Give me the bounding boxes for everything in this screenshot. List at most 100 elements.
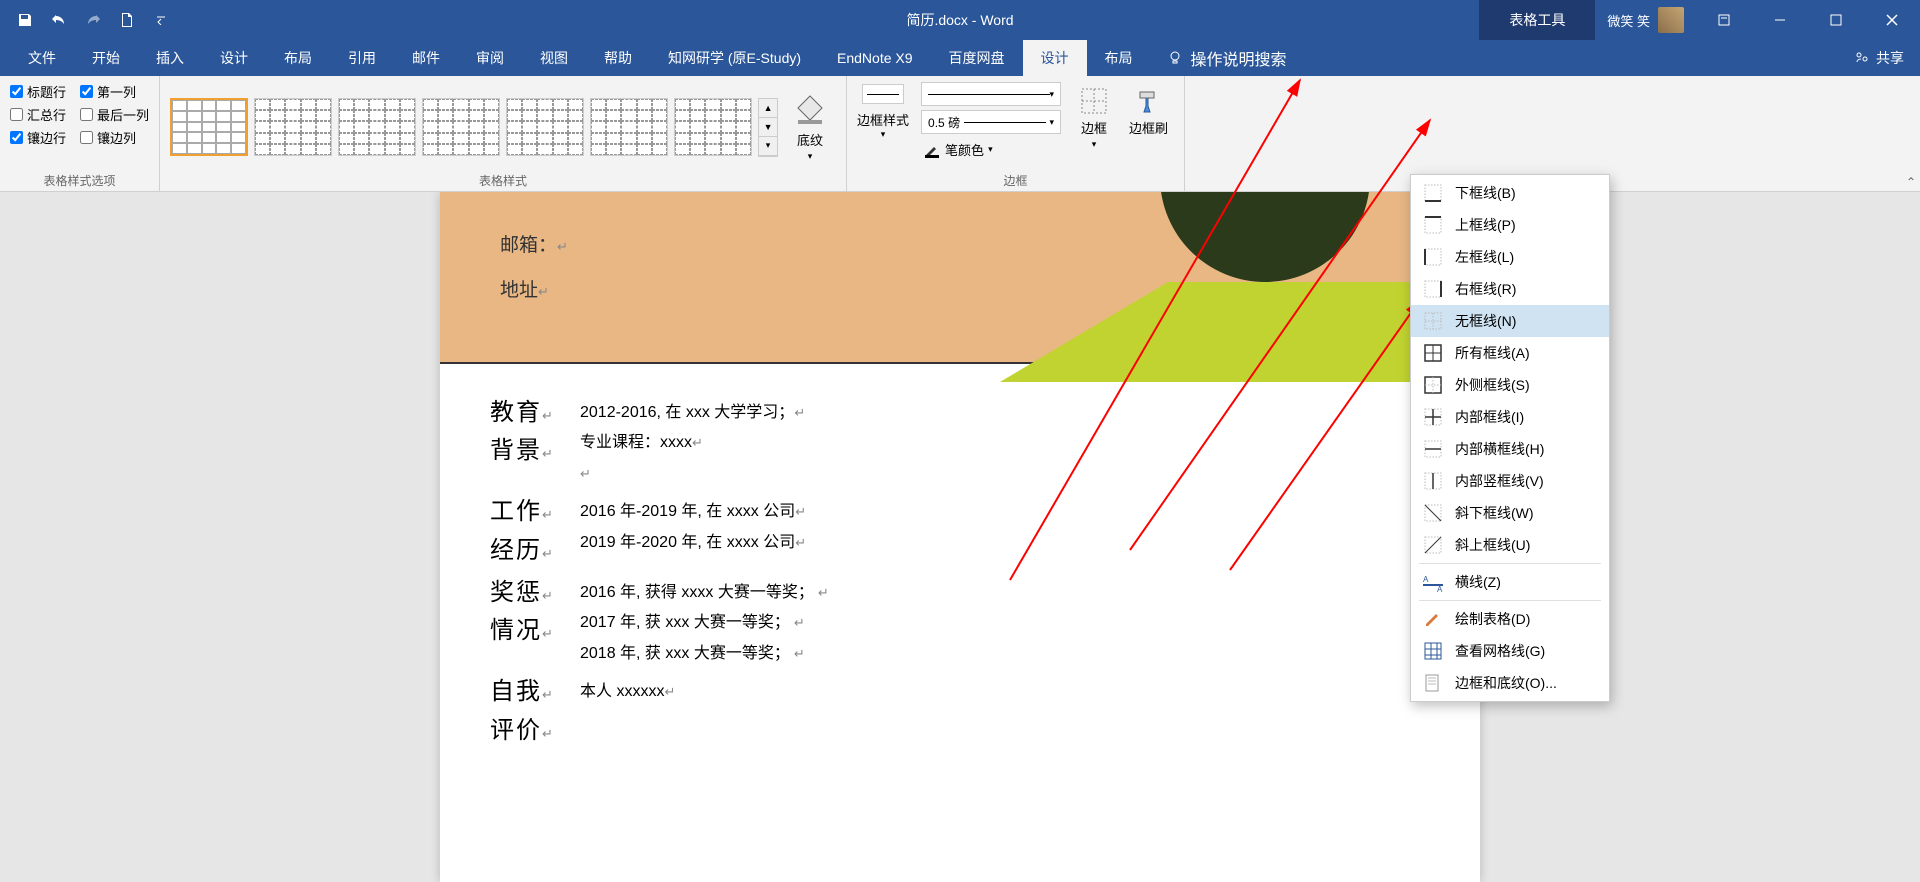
pen-icon [923,141,941,159]
tab-insert[interactable]: 插入 [138,40,202,76]
document-area: 邮箱：↵ 地址↵ 教育↵背景↵ 2012-2016, 在 xxx 大学学习；↵专… [0,192,1920,882]
award-section-content: 2016 年, 获得 xxxx 大赛一等奖； ↵2017 年, 获 xxx 大赛… [580,574,1430,669]
checkbox-banded-columns[interactable]: 镶边列 [80,128,136,147]
new-doc-button[interactable] [112,5,142,35]
checkbox-header-row[interactable]: 标题行 [10,82,66,101]
borders-dropdown-menu: 下框线(B) 上框线(P) 左框线(L) 右框线(R) 无框线(N) 所有框线(… [1410,174,1610,702]
table-tools-contextual-tab: 表格工具 [1479,0,1595,40]
award-section-label: 奖惩↵情况↵ [490,574,580,669]
group-label-style-options: 表格样式选项 [10,170,149,189]
menu-separator [1419,600,1601,601]
share-button[interactable]: 共享 [1838,48,1920,68]
pen-weight-dropdown[interactable]: 0.5 磅▾ [921,110,1061,134]
table-style-2[interactable] [254,98,332,156]
menu-separator [1419,563,1601,564]
edu-section-label: 教育↵背景↵ [490,394,580,489]
resume-header: 邮箱：↵ 地址↵ [440,192,1480,362]
table-styles-scroll: ▲ ▼ ▾ [758,98,778,157]
tab-endnote[interactable]: EndNote X9 [819,40,931,76]
border-right-item[interactable]: 右框线(R) [1411,273,1609,305]
borders-icon [1079,86,1109,116]
tell-me-search[interactable]: 操作说明搜索 [1151,46,1303,70]
tab-file[interactable]: 文件 [10,40,74,76]
window-title: 简历.docx - Word [906,10,1013,30]
border-outside-item[interactable]: 外侧框线(S) [1411,369,1609,401]
qat-customize[interactable] [146,5,176,35]
tab-mailings[interactable]: 邮件 [394,40,458,76]
save-button[interactable] [10,5,40,35]
edu-section-content: 2012-2016, 在 xxx 大学学习；↵专业课程：xxxx↵↵ [580,394,1430,489]
self-section-label: 自我↵评价↵ [490,673,580,750]
styles-expand[interactable]: ▾ [759,137,777,156]
ribbon-tabs: 文件 开始 插入 设计 布局 引用 邮件 审阅 视图 帮助 知网研学 (原E-S… [0,40,1920,76]
tab-layout[interactable]: 布局 [266,40,330,76]
ribbon-display-options[interactable] [1696,0,1752,40]
tab-view[interactable]: 视图 [522,40,586,76]
checkbox-banded-rows[interactable]: 镶边行 [10,128,66,147]
draw-table-item[interactable]: 绘制表格(D) [1411,603,1609,635]
table-style-1[interactable] [170,98,248,156]
border-top-item[interactable]: 上框线(P) [1411,209,1609,241]
checkbox-first-column[interactable]: 第一列 [80,82,136,101]
tab-baidu[interactable]: 百度网盘 [931,40,1023,76]
checkbox-last-column[interactable]: 最后一列 [80,105,149,124]
maximize-button[interactable] [1808,0,1864,40]
border-hline-item[interactable]: AA横线(Z) [1411,566,1609,598]
tab-home[interactable]: 开始 [74,40,138,76]
border-painter-icon [1134,86,1164,116]
work-section-label: 工作↵经历↵ [490,493,580,570]
borders-shading-dialog-item[interactable]: 边框和底纹(O)... [1411,667,1609,699]
ribbon-content: 标题行 第一列 汇总行 最后一列 镶边行 镶边列 表格样式选项 [0,76,1920,192]
user-account[interactable]: 微笑 笑 [1597,7,1694,33]
group-table-style-options: 标题行 第一列 汇总行 最后一列 镶边行 镶边列 表格样式选项 [0,76,160,191]
shading-button[interactable]: 底纹 ▾ [784,88,836,166]
redo-button[interactable] [78,5,108,35]
title-bar: 简历.docx - Word 表格工具 微笑 笑 [0,0,1920,40]
borders-dropdown-button[interactable]: 边框 ▾ [1071,82,1117,154]
page: 邮箱：↵ 地址↵ 教育↵背景↵ 2012-2016, 在 xxx 大学学习；↵专… [440,192,1480,882]
share-icon [1854,50,1870,66]
border-inside-v-item[interactable]: 内部竖框线(V) [1411,465,1609,497]
quick-access-toolbar [0,5,176,35]
svg-text:A: A [1437,585,1443,592]
tab-review[interactable]: 审阅 [458,40,522,76]
table-style-7[interactable] [674,98,752,156]
tab-references[interactable]: 引用 [330,40,394,76]
group-label-table-styles: 表格样式 [170,170,836,189]
close-button[interactable] [1864,0,1920,40]
border-left-item[interactable]: 左框线(L) [1411,241,1609,273]
shading-icon [792,92,828,128]
pen-color-dropdown[interactable]: 笔颜色▾ [921,138,1061,161]
border-style-dropdown[interactable]: 边框样式 ▾ [855,82,911,142]
undo-button[interactable] [44,5,74,35]
tab-help[interactable]: 帮助 [586,40,650,76]
group-label-borders: 边框 [855,170,1176,189]
styles-scroll-down[interactable]: ▼ [759,118,777,137]
table-style-4[interactable] [422,98,500,156]
minimize-button[interactable] [1752,0,1808,40]
table-style-3[interactable] [338,98,416,156]
svg-text:A: A [1423,575,1429,584]
border-inside-h-item[interactable]: 内部横框线(H) [1411,433,1609,465]
resume-body[interactable]: 教育↵背景↵ 2012-2016, 在 xxx 大学学习；↵专业课程：xxxx↵… [440,364,1480,784]
border-painter-button[interactable]: 边框刷 [1121,82,1176,154]
checkbox-total-row[interactable]: 汇总行 [10,105,66,124]
lightbulb-icon [1167,50,1183,66]
view-gridlines-item[interactable]: 查看网格线(G) [1411,635,1609,667]
tab-cnki[interactable]: 知网研学 (原E-Study) [650,40,819,76]
border-diag-down-item[interactable]: 斜下框线(W) [1411,497,1609,529]
table-style-6[interactable] [590,98,668,156]
pen-style-dropdown[interactable]: ▾ [921,82,1061,106]
photo-placeholder [1160,192,1370,282]
tab-design[interactable]: 设计 [202,40,266,76]
tab-table-layout[interactable]: 布局 [1087,40,1151,76]
border-none-item[interactable]: 无框线(N) [1411,305,1609,337]
border-inside-item[interactable]: 内部框线(I) [1411,401,1609,433]
tab-table-design[interactable]: 设计 [1023,40,1087,76]
table-style-5[interactable] [506,98,584,156]
border-bottom-item[interactable]: 下框线(B) [1411,177,1609,209]
styles-scroll-up[interactable]: ▲ [759,99,777,118]
collapse-ribbon-button[interactable]: ⌃ [1906,175,1916,189]
border-all-item[interactable]: 所有框线(A) [1411,337,1609,369]
border-diag-up-item[interactable]: 斜上框线(U) [1411,529,1609,561]
